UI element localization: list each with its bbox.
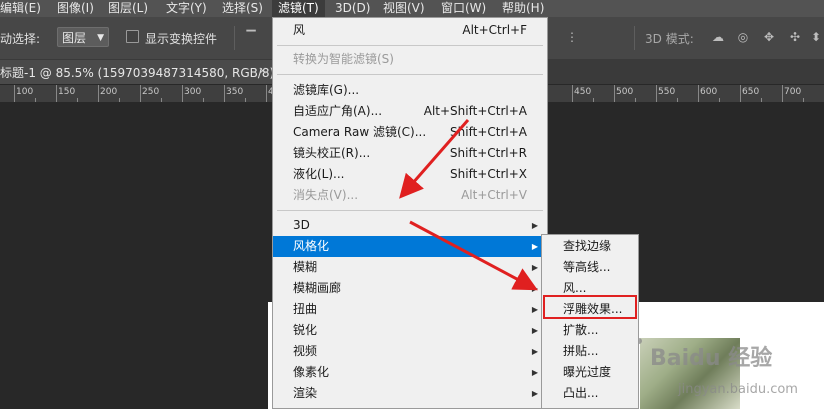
- divider: [234, 26, 235, 50]
- pan-3d-icon[interactable]: ✥: [761, 30, 777, 44]
- ruler-label: 450: [574, 87, 592, 97]
- mode-3d-label: 3D 模式:: [645, 32, 694, 46]
- ruler-major-tick: [782, 85, 783, 102]
- filter-item-convert-smart: 转换为智能滤镜(S): [293, 52, 394, 66]
- ruler-label: 100: [16, 87, 34, 97]
- watermark-url: jingyan.baidu.com: [678, 382, 798, 397]
- stylize-item-extrude[interactable]: 凸出...: [542, 383, 638, 404]
- ruler-label: 150: [58, 87, 76, 97]
- ruler-major-tick: [140, 85, 141, 102]
- distribute-icon[interactable]: ⋮: [564, 30, 580, 44]
- submenu-arrow-icon: ▶: [531, 347, 538, 356]
- submenu-arrow-icon: ▶: [531, 221, 538, 230]
- filter-item-video[interactable]: 视频 ▶: [273, 341, 547, 362]
- show-transform-checkbox[interactable]: [126, 30, 139, 43]
- filter-item-blur[interactable]: 模糊 ▶: [273, 257, 547, 278]
- menu-window[interactable]: 窗口(W): [441, 0, 486, 17]
- submenu-arrow-icon: ▶: [531, 389, 538, 398]
- ruler-major-tick: [656, 85, 657, 102]
- menu-filter[interactable]: 滤镜(T): [272, 0, 325, 17]
- stylize-item-contour[interactable]: 等高线...: [542, 257, 638, 278]
- ruler-label: 350: [226, 87, 244, 97]
- stylize-submenu: 查找边缘 等高线... 风... 浮雕效果... 扩散... 拼贴... 曝光过…: [541, 234, 639, 409]
- show-transform-label: 显示变换控件: [145, 32, 218, 46]
- submenu-arrow-icon: ▶: [531, 242, 538, 251]
- divider: [634, 26, 635, 50]
- auto-select-dropdown[interactable]: 图层 ▼: [57, 27, 109, 47]
- filter-item-stylize[interactable]: 风格化 ▶: [273, 236, 547, 257]
- filter-item-pixelate[interactable]: 像素化 ▶: [273, 362, 547, 383]
- filter-menu: 风 Alt+Ctrl+F 转换为智能滤镜(S) 滤镜库(G)... 自适应广角(…: [272, 17, 548, 409]
- stylize-item-tiles[interactable]: 拼贴...: [542, 341, 638, 362]
- menu-image[interactable]: 图像(I): [57, 0, 94, 17]
- ruler-major-tick: [98, 85, 99, 102]
- rotate-3d-icon[interactable]: ☁: [710, 30, 726, 44]
- slide-3d-icon[interactable]: ✣: [787, 30, 803, 44]
- menu-3d[interactable]: 3D(D): [335, 0, 370, 17]
- menu-help[interactable]: 帮助(H): [502, 0, 544, 17]
- filter-item-distort[interactable]: 扭曲 ▶: [273, 299, 547, 320]
- document-title: 标题-1 @ 85.5% (1597039487314580, RGB/8) *: [0, 66, 285, 80]
- close-icon[interactable]: ×: [258, 64, 267, 77]
- ruler-major-tick: [56, 85, 57, 102]
- submenu-arrow-icon: ▶: [531, 263, 538, 272]
- annotation-highlight-box: [543, 295, 637, 319]
- scale-3d-icon[interactable]: ⬍: [808, 30, 824, 44]
- menu-type[interactable]: 文字(Y): [166, 0, 207, 17]
- menu-bar: 编辑(E) 图像(I) 图层(L) 文字(Y) 选择(S) 滤镜(T) 3D(D…: [0, 0, 824, 17]
- ruler-label: 700: [784, 87, 802, 97]
- ruler-major-tick: [614, 85, 615, 102]
- menu-select[interactable]: 选择(S): [222, 0, 263, 17]
- menu-separator: [277, 210, 543, 211]
- ruler-major-tick: [14, 85, 15, 102]
- filter-item-sharpen[interactable]: 锐化 ▶: [273, 320, 547, 341]
- stylize-item-diffuse[interactable]: 扩散...: [542, 320, 638, 341]
- menu-layer[interactable]: 图层(L): [108, 0, 148, 17]
- menu-separator: [277, 45, 543, 46]
- filter-item-liquify[interactable]: 液化(L)... Shift+Ctrl+X: [273, 164, 547, 185]
- stylize-item-solarize[interactable]: 曝光过度: [542, 362, 638, 383]
- menu-edit[interactable]: 编辑(E): [0, 0, 41, 17]
- ruler-label: 500: [616, 87, 634, 97]
- filter-item-camera-raw[interactable]: Camera Raw 滤镜(C)... Shift+Ctrl+A: [273, 122, 547, 143]
- menu-separator: [277, 74, 543, 75]
- ruler-label: 650: [742, 87, 760, 97]
- filter-item-lens-correction[interactable]: 镜头校正(R)... Shift+Ctrl+R: [273, 143, 547, 164]
- filter-item-wind-last[interactable]: 风 Alt+Ctrl+F: [273, 20, 547, 41]
- ruler-major-tick: [572, 85, 573, 102]
- ruler-major-tick: [224, 85, 225, 102]
- stylize-item-find-edges[interactable]: 查找边缘: [542, 236, 638, 257]
- auto-select-value: 图层: [62, 31, 87, 45]
- filter-item-3d[interactable]: 3D ▶: [273, 215, 547, 236]
- align-top-icon[interactable]: ▔: [243, 30, 259, 44]
- submenu-arrow-icon: ▶: [531, 326, 538, 335]
- ruler-label: 200: [100, 87, 118, 97]
- submenu-arrow-icon: ▶: [531, 368, 538, 377]
- filter-item-render[interactable]: 渲染 ▶: [273, 383, 547, 404]
- roll-3d-icon[interactable]: ◎: [735, 30, 751, 44]
- submenu-arrow-icon: ▶: [531, 284, 538, 293]
- ruler-major-tick: [182, 85, 183, 102]
- watermark-logo: Baidu 经验: [650, 346, 773, 371]
- ruler-label: 250: [142, 87, 160, 97]
- filter-item-gallery[interactable]: 滤镜库(G)...: [273, 80, 547, 101]
- ruler-major-tick: [266, 85, 267, 102]
- ruler-major-tick: [698, 85, 699, 102]
- chevron-down-icon: ▼: [97, 33, 104, 43]
- document-tab[interactable]: 标题-1 @ 85.5% (1597039487314580, RGB/8) *…: [0, 60, 284, 84]
- ruler-label: 550: [658, 87, 676, 97]
- ruler-major-tick: [740, 85, 741, 102]
- auto-select-label: 动选择:: [0, 32, 41, 46]
- menu-view[interactable]: 视图(V): [383, 0, 425, 17]
- filter-item-vanishing-point: 消失点(V)... Alt+Ctrl+V: [293, 188, 527, 202]
- ruler-label: 300: [184, 87, 202, 97]
- filter-item-blur-gallery[interactable]: 模糊画廊 ▶: [273, 278, 547, 299]
- ruler-label: 600: [700, 87, 718, 97]
- filter-item-adaptive-wide-angle[interactable]: 自适应广角(A)... Alt+Shift+Ctrl+A: [273, 101, 547, 122]
- submenu-arrow-icon: ▶: [531, 305, 538, 314]
